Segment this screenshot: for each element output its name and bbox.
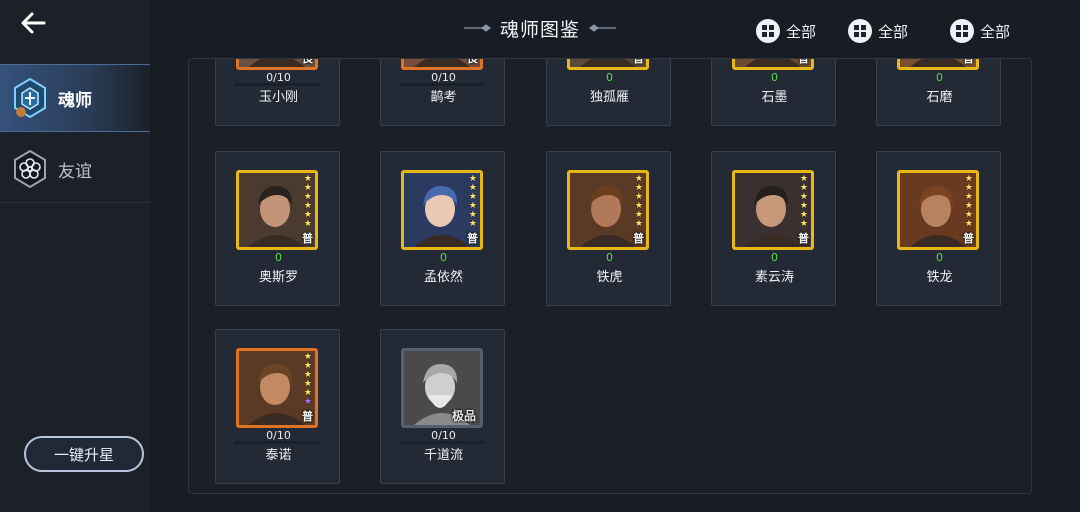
character-name: 奥斯罗 bbox=[258, 270, 298, 285]
rarity-badge: 良 bbox=[467, 58, 478, 65]
shard-count: 0 bbox=[771, 71, 778, 84]
character-portrait: ★★★★★★ 普 bbox=[236, 348, 318, 428]
rarity-badge: 普 bbox=[633, 58, 644, 65]
rarity-badge: 普 bbox=[302, 410, 313, 423]
rarity-badge: 良 bbox=[302, 58, 313, 65]
rarity-badge: 普 bbox=[467, 232, 478, 245]
filter-label: 全部 bbox=[786, 22, 817, 41]
rarity-badge: 普 bbox=[963, 58, 974, 65]
shard-count: 0 bbox=[440, 251, 447, 264]
rarity-badge: 普 bbox=[963, 232, 974, 245]
shard-count: 0 bbox=[606, 251, 613, 264]
filter-dropdown-3[interactable]: 全部 bbox=[950, 17, 1010, 45]
soul-master-card[interactable]: ★ ★ ★ ★ ★ ★ 普 0 奥斯罗 bbox=[215, 151, 340, 306]
rarity-badge: 普 bbox=[633, 232, 644, 245]
title-ornament-right-icon bbox=[589, 24, 616, 32]
character-portrait: ★★★★★★ 普 bbox=[732, 170, 814, 250]
soul-master-card[interactable]: ★ ★ ★ ★ ★ ★ 普 0 铁龙 bbox=[876, 151, 1001, 306]
character-portrait: ★★★★★★普 bbox=[732, 58, 814, 70]
soul-master-icon bbox=[10, 77, 50, 119]
filter-grid-icon bbox=[848, 19, 872, 43]
filter-dropdown-2[interactable]: 全部 bbox=[848, 17, 908, 45]
character-name: 泰诺 bbox=[265, 448, 292, 463]
soul-master-card[interactable]: ★★★★★★普0 石墨 bbox=[711, 58, 836, 126]
character-name: 铁龙 bbox=[926, 270, 953, 285]
soul-master-card[interactable]: ★ ★ ★ ★ ★ ★ 普 0 孟依然 bbox=[380, 151, 505, 306]
one-click-star-up-button[interactable]: 一键升星 bbox=[24, 436, 144, 472]
soul-master-card[interactable]: ★★★★★★普0 石磨 bbox=[876, 58, 1001, 126]
rarity-badge: 普 bbox=[798, 58, 809, 65]
soul-master-card[interactable]: ★ ★ ★ ★ ★ ★ 普 0 素云涛 bbox=[711, 151, 836, 306]
back-arrow-icon[interactable] bbox=[18, 8, 66, 44]
filter-label: 全部 bbox=[878, 22, 909, 41]
character-portrait: ★★★★★★ 普 bbox=[236, 170, 318, 250]
star-rating: ★ ★ ★ ★ ★ ★ bbox=[469, 175, 477, 229]
shard-count: 0 bbox=[936, 71, 943, 84]
shard-count: 0 bbox=[275, 251, 282, 264]
filter-grid-icon bbox=[756, 19, 780, 43]
character-name: 独孤雁 bbox=[589, 90, 629, 105]
soul-master-card[interactable]: 极品 0/10 千道流 bbox=[380, 329, 505, 484]
page-title-bar: 魂师图鉴 bbox=[460, 14, 620, 42]
star-rating: ★ ★ ★ ★ ★ ★ bbox=[304, 353, 312, 407]
star-rating: ★ ★ ★ ★ ★ ★ bbox=[635, 175, 643, 229]
character-portrait: ★★★★★★普 bbox=[897, 58, 979, 70]
star-icon: ★ bbox=[634, 219, 643, 229]
star-rating: ★ ★ ★ ★ ★ ★ bbox=[965, 175, 973, 229]
tab-friendship-label: 友谊 bbox=[58, 161, 92, 182]
soul-master-grid: ★★★★★★良0/10玉小刚★★★★★★良0/10鹋考★★★★★★普0独孤雁★★… bbox=[188, 58, 1032, 494]
character-name: 铁虎 bbox=[596, 270, 623, 285]
character-portrait: ★★★★★★ 普 bbox=[401, 170, 483, 250]
star-icon: ★ bbox=[303, 219, 312, 229]
tab-friendship[interactable]: 友谊 bbox=[0, 136, 150, 203]
character-portrait: ★★★★★★普 bbox=[567, 58, 649, 70]
filter-dropdown-1[interactable]: 全部 bbox=[756, 17, 816, 45]
star-icon: ★ bbox=[303, 397, 312, 407]
shard-count: 0 bbox=[771, 251, 778, 264]
character-portrait: ★★★★★★良 bbox=[401, 58, 483, 70]
soul-master-card[interactable]: ★ ★ ★ ★ ★ ★ 普 0/10 泰诺 bbox=[215, 329, 340, 484]
soul-master-card[interactable]: ★ ★ ★ ★ ★ ★ 普 0 铁虎 bbox=[546, 151, 671, 306]
character-name: 石墨 bbox=[761, 90, 788, 105]
character-name: 玉小刚 bbox=[258, 90, 298, 105]
character-name: 孟依然 bbox=[423, 270, 463, 285]
rarity-badge: 普 bbox=[302, 232, 313, 245]
character-portrait: ★★★★★★良 bbox=[236, 58, 318, 70]
character-name: 千道流 bbox=[423, 448, 463, 463]
shard-count: 0 bbox=[936, 251, 943, 264]
star-rating: ★ ★ ★ ★ ★ ★ bbox=[800, 175, 808, 229]
title-ornament-left-icon bbox=[463, 24, 491, 32]
soul-master-card[interactable]: ★★★★★★良0/10鹋考 bbox=[380, 58, 505, 126]
flower-icon bbox=[10, 149, 50, 189]
filter-label: 全部 bbox=[980, 22, 1011, 41]
tab-soul-masters-label: 魂师 bbox=[58, 90, 92, 111]
star-icon: ★ bbox=[799, 219, 808, 229]
shard-count: 0 bbox=[606, 71, 613, 84]
filter-grid-icon bbox=[950, 19, 974, 43]
tab-soul-masters[interactable]: 魂师 bbox=[0, 64, 150, 132]
star-icon: ★ bbox=[468, 219, 477, 229]
soul-master-card[interactable]: ★★★★★★良0/10玉小刚 bbox=[215, 58, 340, 126]
rarity-badge: 普 bbox=[798, 232, 809, 245]
character-portrait: ★★★★★★ 普 bbox=[897, 170, 979, 250]
character-name: 鹋考 bbox=[430, 90, 457, 105]
character-name: 石磨 bbox=[926, 90, 953, 105]
star-icon: ★ bbox=[964, 219, 973, 229]
character-portrait: 极品 bbox=[401, 348, 483, 428]
star-rating: ★ ★ ★ ★ ★ ★ bbox=[304, 175, 312, 229]
page-title: 魂师图鉴 bbox=[499, 18, 580, 41]
character-portrait: ★★★★★★ 普 bbox=[567, 170, 649, 250]
character-name: 素云涛 bbox=[754, 270, 794, 285]
soul-master-card[interactable]: ★★★★★★普0 独孤雁 bbox=[546, 58, 671, 126]
rarity-badge: 极品 bbox=[451, 409, 476, 423]
